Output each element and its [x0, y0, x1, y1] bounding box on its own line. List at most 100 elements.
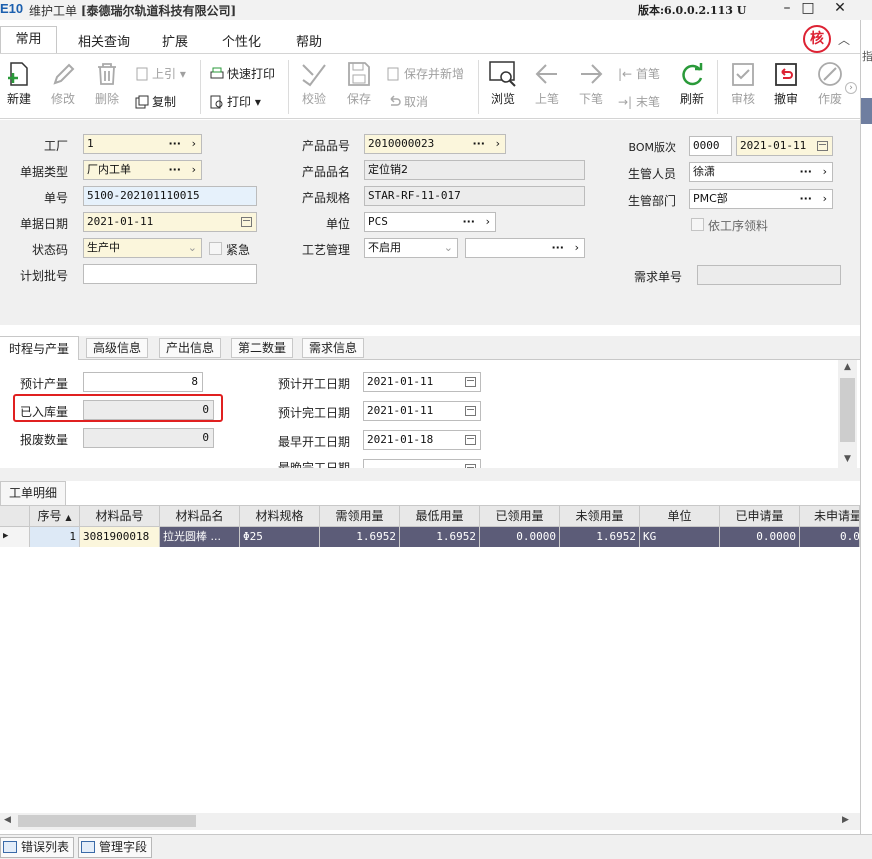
- tab-related-query[interactable]: 相关查询: [78, 31, 130, 50]
- collapse-ribbon-icon[interactable]: ︿: [838, 31, 850, 48]
- bom-date-field[interactable]: 2021-01-11: [736, 136, 833, 156]
- doc-no-field[interactable]: 5100-202101110015: [83, 186, 257, 206]
- cell-material-spec[interactable]: Φ25: [240, 527, 320, 547]
- edit-button[interactable]: 修改: [49, 60, 77, 107]
- delete-button[interactable]: 删除: [93, 60, 121, 107]
- chevron-right-icon[interactable]: ›: [192, 161, 196, 179]
- col-issued-qty[interactable]: 已领用量: [480, 506, 560, 527]
- col-applied-qty[interactable]: 已申请量: [720, 506, 800, 527]
- product-name-field[interactable]: 定位销2: [364, 160, 585, 180]
- chevron-right-icon[interactable]: ›: [496, 135, 500, 153]
- status-select[interactable]: 生产中 ⌄: [83, 238, 202, 258]
- planned-qty-field[interactable]: 8: [83, 372, 203, 392]
- factory-field[interactable]: 1 ··· ›: [83, 134, 202, 154]
- tab-demand[interactable]: 需求信息: [302, 338, 365, 358]
- manager-field[interactable]: 徐潇 ··· ›: [689, 162, 833, 182]
- first-record-button[interactable]: |← 首笔: [618, 66, 660, 82]
- cell-min-qty[interactable]: 1.6952: [400, 527, 480, 547]
- tab-advanced[interactable]: 高级信息: [86, 338, 149, 358]
- col-material-no[interactable]: 材料品号: [80, 506, 160, 527]
- grid-hscrollbar[interactable]: ◀ ▶: [0, 813, 860, 830]
- row-indicator-icon[interactable]: ▶: [0, 527, 30, 547]
- product-spec-field[interactable]: STAR-RF-11-017: [364, 186, 585, 206]
- hscroll-thumb[interactable]: [18, 815, 196, 827]
- save-and-new-button[interactable]: 保存并新增: [387, 66, 464, 82]
- cell-material-name[interactable]: 拉光圆棒 ...: [160, 527, 240, 547]
- chevron-right-icon[interactable]: ›: [575, 239, 579, 257]
- more-icon[interactable]: ···: [168, 161, 181, 179]
- more-icon[interactable]: ···: [472, 135, 485, 153]
- cancel-button[interactable]: 取消: [387, 94, 428, 110]
- col-material-spec[interactable]: 材料规格: [240, 506, 320, 527]
- col-unapplied-qty[interactable]: 未申请量: [800, 506, 860, 527]
- tab-extend[interactable]: 扩展: [162, 31, 188, 50]
- unit-field[interactable]: PCS ··· ›: [364, 212, 496, 232]
- cell-applied-qty[interactable]: 0.0000: [720, 527, 800, 547]
- chevron-right-icon[interactable]: ›: [823, 163, 827, 181]
- new-button[interactable]: 新建: [5, 60, 33, 107]
- cell-unissued-qty[interactable]: 1.6952: [560, 527, 640, 547]
- approve-stamp-icon[interactable]: 核: [803, 25, 831, 53]
- print-button[interactable]: 打印 ▾: [210, 94, 261, 110]
- process-select[interactable]: 不启用 ⌄: [364, 238, 458, 258]
- save-button[interactable]: 保存: [345, 60, 373, 107]
- close-button[interactable]: ✕: [829, 0, 851, 18]
- plan-start-field[interactable]: 2021-01-11: [363, 372, 481, 392]
- tab-admin-fields[interactable]: 管理字段: [78, 837, 153, 858]
- demand-no-field[interactable]: [697, 265, 841, 285]
- tab-work-order-detail[interactable]: 工单明细: [0, 481, 67, 505]
- scroll-thumb[interactable]: [840, 378, 855, 442]
- batch-field[interactable]: [83, 264, 257, 284]
- tab-common[interactable]: 常用: [0, 26, 57, 54]
- by-process-checkbox[interactable]: [691, 218, 704, 231]
- panel-scrollbar[interactable]: ▲ ▼: [838, 360, 857, 468]
- side-panel-handle[interactable]: [861, 98, 872, 124]
- more-icon[interactable]: ···: [799, 190, 812, 208]
- col-seq[interactable]: 序号 ▲: [30, 506, 80, 527]
- cell-unapplied-qty[interactable]: 0.0000: [800, 527, 860, 547]
- browse-button[interactable]: 浏览: [488, 60, 518, 107]
- process-extra-field[interactable]: ··· ›: [465, 238, 585, 258]
- latest-end-field[interactable]: [363, 459, 481, 468]
- scroll-down-icon[interactable]: ▼: [839, 454, 856, 464]
- side-panel-label[interactable]: 指: [862, 48, 872, 64]
- plan-end-field[interactable]: 2021-01-11: [363, 401, 481, 421]
- col-unissued-qty[interactable]: 未领用量: [560, 506, 640, 527]
- col-material-name[interactable]: 材料品名: [160, 506, 240, 527]
- cell-unit[interactable]: KG: [640, 527, 720, 547]
- tab-output[interactable]: 产出信息: [159, 338, 222, 358]
- cell-material-no[interactable]: 3081900018: [80, 527, 160, 547]
- doc-type-field[interactable]: 厂内工单 ··· ›: [83, 160, 202, 180]
- refresh-button[interactable]: 刷新: [677, 60, 707, 107]
- more-icon[interactable]: ···: [168, 135, 181, 153]
- tab-error-list[interactable]: 错误列表: [0, 837, 75, 858]
- maximize-button[interactable]: □: [797, 0, 819, 18]
- col-min-qty[interactable]: 最低用量: [400, 506, 480, 527]
- tab-schedule-output[interactable]: 时程与产量: [0, 336, 80, 361]
- calendar-icon[interactable]: [241, 217, 252, 227]
- scroll-right-icon[interactable]: ▶: [842, 815, 849, 825]
- tab-personalize[interactable]: 个性化: [222, 31, 261, 50]
- void-button[interactable]: 作废: [816, 60, 844, 107]
- chevron-right-icon[interactable]: ›: [192, 135, 196, 153]
- cell-required-qty[interactable]: 1.6952: [320, 527, 400, 547]
- scroll-left-icon[interactable]: ◀: [4, 815, 11, 825]
- more-icon[interactable]: ···: [551, 239, 564, 257]
- cell-seq[interactable]: 1: [30, 527, 80, 547]
- chevron-down-icon[interactable]: ⌄: [444, 239, 453, 257]
- chevron-right-icon[interactable]: ›: [486, 213, 490, 231]
- chevron-down-icon[interactable]: ⌄: [188, 239, 197, 257]
- calendar-icon[interactable]: [817, 141, 828, 151]
- dept-field[interactable]: PMC部 ··· ›: [689, 189, 833, 209]
- urgent-checkbox[interactable]: [209, 242, 222, 255]
- tab-help[interactable]: 帮助: [296, 31, 322, 50]
- scroll-up-icon[interactable]: ▲: [839, 362, 856, 372]
- ribbon-more-icon[interactable]: ›: [845, 82, 857, 94]
- last-record-button[interactable]: →| 末笔: [618, 94, 660, 110]
- quick-print-button[interactable]: 快速打印: [210, 66, 275, 82]
- scrap-qty-field[interactable]: 0: [83, 428, 214, 448]
- earliest-start-field[interactable]: 2021-01-18: [363, 430, 481, 450]
- calendar-icon[interactable]: [465, 377, 476, 387]
- approve-button[interactable]: 审核: [729, 60, 757, 107]
- col-unit[interactable]: 单位: [640, 506, 720, 527]
